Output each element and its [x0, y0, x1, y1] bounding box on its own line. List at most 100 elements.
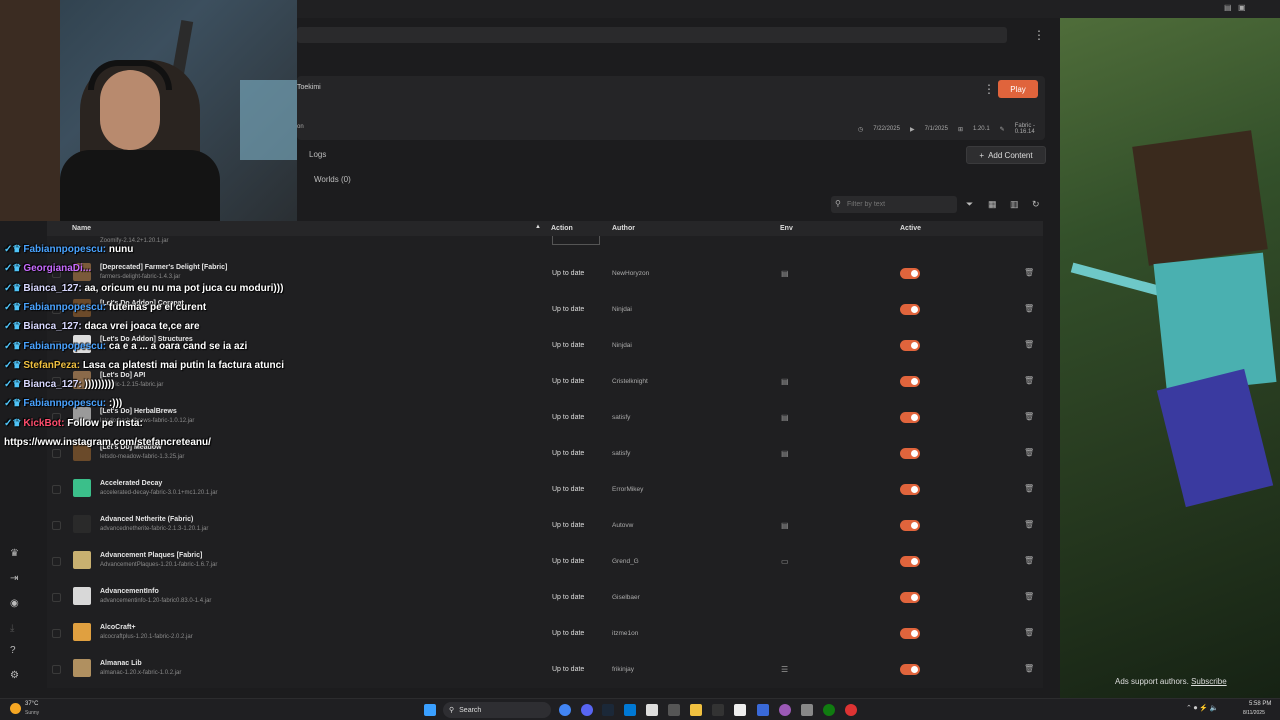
- trash-icon[interactable]: 🗑: [1024, 592, 1034, 601]
- windows-start-icon[interactable]: [424, 704, 436, 716]
- refresh-icon[interactable]: ↻: [1032, 199, 1040, 210]
- grid-view-icon[interactable]: ▦: [988, 199, 997, 210]
- table-row[interactable]: Accelerated Decay accelerated-decay-fabr…: [47, 471, 1043, 507]
- row-checkbox[interactable]: [52, 485, 61, 494]
- row-checkbox[interactable]: [52, 629, 61, 638]
- trash-icon[interactable]: 🗑: [1024, 628, 1034, 637]
- mod-author[interactable]: NewHoryzon: [612, 270, 649, 277]
- sort-arrow-icon[interactable]: ▲: [535, 224, 541, 230]
- trash-icon[interactable]: 🗑: [1024, 448, 1034, 457]
- app-icon[interactable]: [823, 704, 835, 716]
- mod-author[interactable]: Grend_G: [612, 558, 639, 565]
- mod-author[interactable]: ErrorMikey: [612, 486, 643, 493]
- mod-author[interactable]: Cristelknight: [612, 378, 648, 385]
- mod-author[interactable]: Giselbaer: [612, 594, 640, 601]
- active-toggle[interactable]: [900, 448, 920, 459]
- tab-logs[interactable]: Logs: [309, 150, 326, 159]
- mod-title[interactable]: Accelerated Decay: [100, 480, 162, 487]
- columns-icon[interactable]: ▥: [1010, 199, 1019, 210]
- steam-icon[interactable]: [602, 704, 614, 716]
- app-icon[interactable]: [712, 704, 724, 716]
- crown-icon[interactable]: ♛: [10, 548, 19, 559]
- row-checkbox[interactable]: [52, 593, 61, 602]
- app-icon[interactable]: [646, 704, 658, 716]
- trash-icon[interactable]: 🗑: [1024, 412, 1034, 421]
- table-row[interactable]: AlcoCraft+ alcocraftplus-1.20.1-fabric-2…: [47, 615, 1043, 651]
- play-button[interactable]: Play: [998, 80, 1038, 98]
- mod-author[interactable]: Autovw: [612, 522, 633, 529]
- chrome-icon[interactable]: [559, 704, 571, 716]
- row-checkbox[interactable]: [52, 521, 61, 530]
- table-row[interactable]: AdvancementInfo advancementinfo-1.20-fab…: [47, 579, 1043, 615]
- table-row[interactable]: Almanac Lib almanac-1.20.x-fabric-1.0.2.…: [47, 651, 1043, 687]
- mod-title[interactable]: Almanac Lib: [100, 660, 142, 667]
- active-toggle[interactable]: [900, 556, 920, 567]
- chat-badge-icon: ✓♛: [4, 379, 22, 391]
- mod-title[interactable]: Advancement Plaques [Fabric]: [100, 552, 202, 559]
- header-author[interactable]: Author: [612, 225, 635, 232]
- filter-icon[interactable]: ⏷: [966, 199, 973, 210]
- top-search-bar[interactable]: [297, 27, 1007, 43]
- app-icon[interactable]: [779, 704, 791, 716]
- active-toggle[interactable]: [900, 268, 920, 279]
- clock-time[interactable]: 5:58 PM: [1249, 701, 1271, 707]
- active-toggle[interactable]: [900, 628, 920, 639]
- active-toggle[interactable]: [900, 664, 920, 675]
- trash-icon[interactable]: 🗑: [1024, 520, 1034, 529]
- taskbar-search[interactable]: ⚲ Search: [443, 702, 551, 718]
- system-tray[interactable]: ⌃ ⏺ ⚡ 🔈: [1186, 704, 1219, 713]
- subscribe-link[interactable]: Subscribe: [1191, 677, 1227, 686]
- mod-author[interactable]: frikinjay: [612, 666, 634, 673]
- window-icon[interactable]: ▤: [1224, 3, 1232, 12]
- row-checkbox[interactable]: [52, 665, 61, 674]
- help-icon[interactable]: ?: [10, 645, 16, 656]
- mod-title[interactable]: AlcoCraft+: [100, 624, 136, 631]
- mod-author[interactable]: satisfy: [612, 414, 630, 421]
- file-explorer-icon[interactable]: [690, 704, 702, 716]
- mod-title[interactable]: Advanced Netherite (Fabric): [100, 516, 193, 523]
- download-icon[interactable]: ⤓: [10, 623, 14, 634]
- mod-title[interactable]: AdvancementInfo: [100, 588, 159, 595]
- trash-icon[interactable]: 🗑: [1024, 556, 1034, 565]
- app-icon[interactable]: [757, 704, 769, 716]
- mod-author[interactable]: satisfy: [612, 450, 630, 457]
- clock-date[interactable]: 8/11/2025: [1243, 710, 1265, 716]
- weather-sun-icon[interactable]: [10, 703, 21, 714]
- mod-author[interactable]: Ninjdai: [612, 342, 632, 349]
- app-icon[interactable]: [801, 704, 813, 716]
- header-name[interactable]: Name: [72, 225, 91, 232]
- active-toggle[interactable]: [900, 412, 920, 423]
- add-content-button[interactable]: + Add Content: [966, 146, 1046, 164]
- window-icon[interactable]: ▣: [1238, 3, 1246, 12]
- active-toggle[interactable]: [900, 340, 920, 351]
- trash-icon[interactable]: 🗑: [1024, 484, 1034, 493]
- trash-icon[interactable]: 🗑: [1024, 376, 1034, 385]
- trash-icon[interactable]: 🗑: [1024, 304, 1034, 313]
- mod-author[interactable]: Ninjdai: [612, 306, 632, 313]
- trash-icon[interactable]: 🗑: [1024, 268, 1034, 277]
- active-toggle[interactable]: [900, 484, 920, 495]
- active-toggle[interactable]: [900, 520, 920, 531]
- instance-options-icon[interactable]: ⋮: [983, 82, 995, 96]
- trash-icon[interactable]: 🗑: [1024, 340, 1034, 349]
- active-toggle[interactable]: [900, 304, 920, 315]
- active-toggle[interactable]: [900, 592, 920, 603]
- app-icon[interactable]: [845, 704, 857, 716]
- launcher-app-icon[interactable]: [734, 704, 746, 716]
- trash-icon[interactable]: 🗑: [1024, 664, 1034, 673]
- discord-icon[interactable]: ◉: [10, 598, 19, 609]
- xbox-game-bar-icon[interactable]: [668, 704, 680, 716]
- more-options-icon[interactable]: ⋮: [1033, 28, 1045, 42]
- settings-icon[interactable]: ⚙: [10, 670, 19, 681]
- vscode-icon[interactable]: [624, 704, 636, 716]
- table-row[interactable]: Advancement Plaques [Fabric] Advancement…: [47, 543, 1043, 579]
- mod-author[interactable]: itzme1on: [612, 630, 638, 637]
- table-row[interactable]: Advanced Netherite (Fabric) advancedneth…: [47, 507, 1043, 543]
- row-checkbox[interactable]: [52, 557, 61, 566]
- active-toggle[interactable]: [900, 376, 920, 387]
- tab-worlds[interactable]: Worlds (0): [314, 175, 351, 184]
- discord-app-icon[interactable]: [581, 704, 593, 716]
- filter-input[interactable]: [831, 196, 957, 213]
- login-icon[interactable]: ⇥: [10, 573, 18, 584]
- update-button[interactable]: [552, 236, 600, 245]
